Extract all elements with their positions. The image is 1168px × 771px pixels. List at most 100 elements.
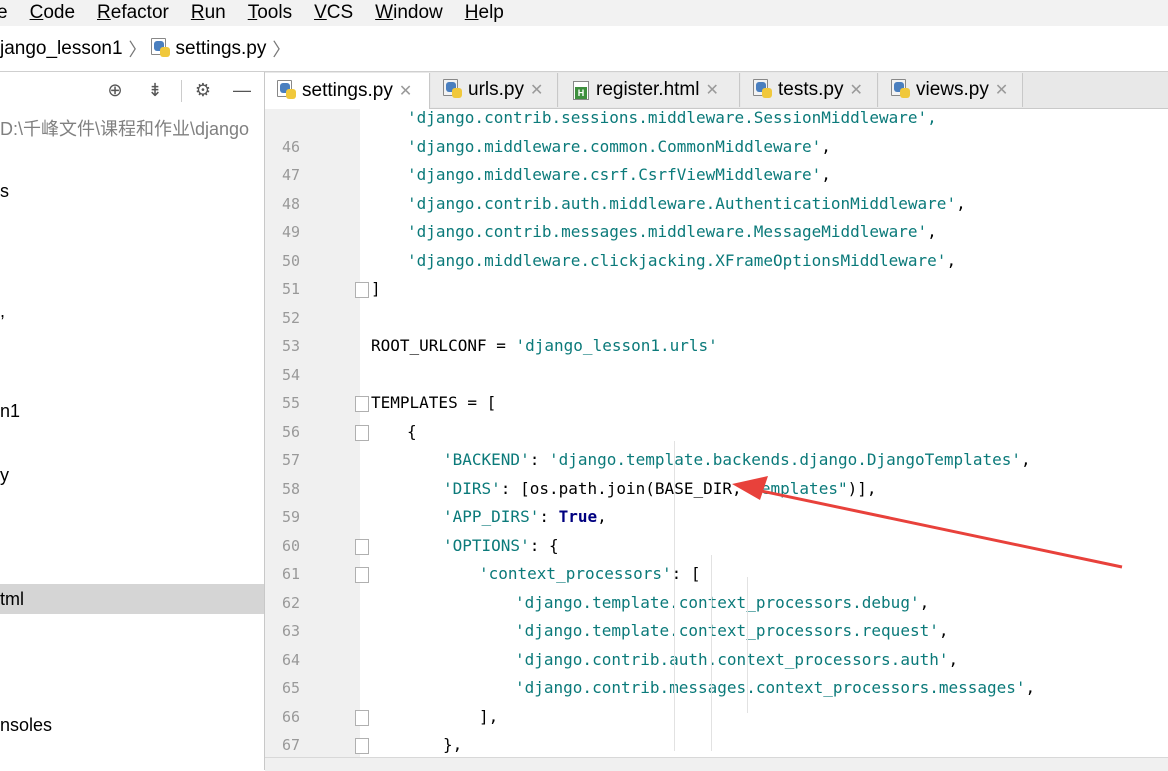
horizontal-scrollbar[interactable] [265,757,1168,771]
code-token: ], [479,706,499,726]
fold-marker-icon[interactable] [355,424,369,441]
close-icon[interactable]: ✕ [995,80,1008,100]
string-token: 'django.middleware.common.CommonMiddlewa… [407,136,822,156]
menu-window[interactable]: Window [375,2,454,24]
code-text: 'APP_DIRS': True, [443,503,607,531]
fold-marker-icon[interactable] [355,738,369,754]
code-text: 'BACKEND': 'django.template.backends.dja… [443,446,1031,474]
code-token: , [948,649,959,669]
breadcrumb-file-label: settings.py [175,38,267,59]
menu-run[interactable]: Run [191,2,237,24]
minus-icon[interactable]: — [232,80,252,100]
code-text: 'django.contrib.auth.middleware.Authenti… [407,190,966,218]
code-line: 58 'DIRS': [os.path.join(BASE_DIR,"templa… [265,475,1168,503]
tab-label: tests.py [778,79,844,100]
tab-views-py[interactable]: views.py ✕ [879,73,1023,107]
toolbar-divider [181,80,182,102]
code-text: 'django.contrib.messages.middleware.Mess… [407,218,937,246]
fold-marker-icon[interactable] [355,396,369,412]
code-token: TEMPLATES = [ [371,393,497,412]
code-line: 64 'django.contrib.auth.context_processor… [265,646,1168,674]
tab-label: urls.py [468,79,524,100]
close-icon[interactable]: ✕ [705,80,718,100]
line-number: 65 [281,679,300,697]
tree-item[interactable]: s [0,176,264,206]
tab-urls-py[interactable]: urls.py ✕ [431,73,558,107]
tree-item[interactable]: , [0,296,264,326]
code-token: }, [443,735,463,754]
target-icon[interactable]: ⊕ [105,80,125,100]
code-line: 50 'django.middleware.clickjacking.XFrame… [265,247,1168,275]
string-token: 'APP_DIRS' [443,507,540,526]
indent-guide [747,577,748,713]
string-token: 'django.middleware.csrf.CsrfViewMiddlewa… [407,165,822,184]
code-line: 54 [265,361,1168,389]
code-text: 'context_processors': [ [479,560,701,588]
tree-item[interactable]: tml [0,584,264,614]
line-number: 46 [281,137,300,156]
code-text: { [407,418,417,446]
tree-item[interactable]: y [0,460,264,490]
code-line: 47 'django.middleware.csrf.CsrfViewMiddle… [265,161,1168,189]
menu-help[interactable]: Help [465,2,515,24]
tree-item[interactable]: D:\千峰文件\课程和作业\django [0,114,264,144]
close-icon[interactable]: ✕ [530,80,543,100]
code-token: , [919,592,930,612]
line-number: 58 [281,479,300,498]
string-token: 'django.middleware.clickjacking.XFrameOp… [407,250,947,270]
tab-tests-py[interactable]: tests.py ✕ [741,73,878,107]
code-token: : { [529,535,559,555]
code-token: : [529,450,549,469]
tree-item[interactable]: nsoles [0,710,264,740]
indent-guide [711,555,712,751]
breadcrumb-project[interactable]: jango_lesson1 [0,38,123,60]
string-token: 'context_processors' [479,564,672,583]
line-number: 66 [281,707,300,726]
tree-item-label: nsoles [0,715,53,735]
menu-tools[interactable]: Tools [248,2,303,24]
code-text: 'django.contrib.messages.context_process… [515,674,1035,702]
code-editor[interactable]: 'django.contrib.sessions.middleware.Sess… [265,109,1168,757]
menu-e[interactable]: e [0,2,19,24]
code-token: , [938,621,949,640]
menu-refactor[interactable]: Refactor [97,2,180,24]
string-token: 'django.template.context_processors.debu… [515,592,920,612]
code-token: : [539,507,559,526]
collapse-icon[interactable]: ⇟ [145,80,165,100]
code-token: , [821,165,831,184]
string-token: 'django.contrib.messages.context_process… [515,678,1026,697]
fold-marker-icon[interactable] [355,538,369,555]
fold-marker-icon[interactable] [355,282,369,298]
line-number: 55 [281,394,300,412]
tab-settings-py[interactable]: settings.py ✕ [265,73,430,109]
string-token: 'django_lesson1.urls' [515,336,718,355]
code-token: , [956,193,966,213]
line-number: 57 [281,451,300,469]
string-token: 'django.contrib.sessions.middleware.Sess… [407,109,937,127]
tree-item-label: D:\千峰文件\课程和作业\django [0,119,250,139]
tab-register-html[interactable]: Hregister.html ✕ [559,73,740,107]
string-token: 'django.contrib.auth.middleware.Authenti… [407,193,957,213]
fold-marker-icon[interactable] [355,567,369,583]
code-line: 63 'django.template.context_processors.re… [265,617,1168,645]
tab-label: views.py [916,79,989,100]
breadcrumb-file[interactable]: settings.py [150,38,267,60]
tree-item-label: s [0,181,9,201]
gear-icon[interactable]: ⚙ [193,80,213,100]
string-token: 'django.contrib.messages.middleware.Mess… [407,222,928,241]
fold-marker-icon[interactable] [355,709,369,726]
tree-item[interactable]: n1 [0,396,264,426]
code-token: , [597,507,607,526]
line-number: 63 [281,622,300,640]
code-token: , [1025,678,1036,697]
code-token: { [407,421,417,441]
close-icon[interactable]: ✕ [399,81,412,101]
tab-label: register.html [596,79,700,100]
close-icon[interactable]: ✕ [849,80,862,100]
code-token: : [os.path.join(BASE_DIR, [500,478,742,498]
string-token: "templates" [741,478,848,498]
menu-vcs[interactable]: VCS [314,2,364,24]
menu-code[interactable]: Code [30,2,86,24]
line-number: 47 [281,166,300,184]
keyword-token: True [558,507,598,526]
